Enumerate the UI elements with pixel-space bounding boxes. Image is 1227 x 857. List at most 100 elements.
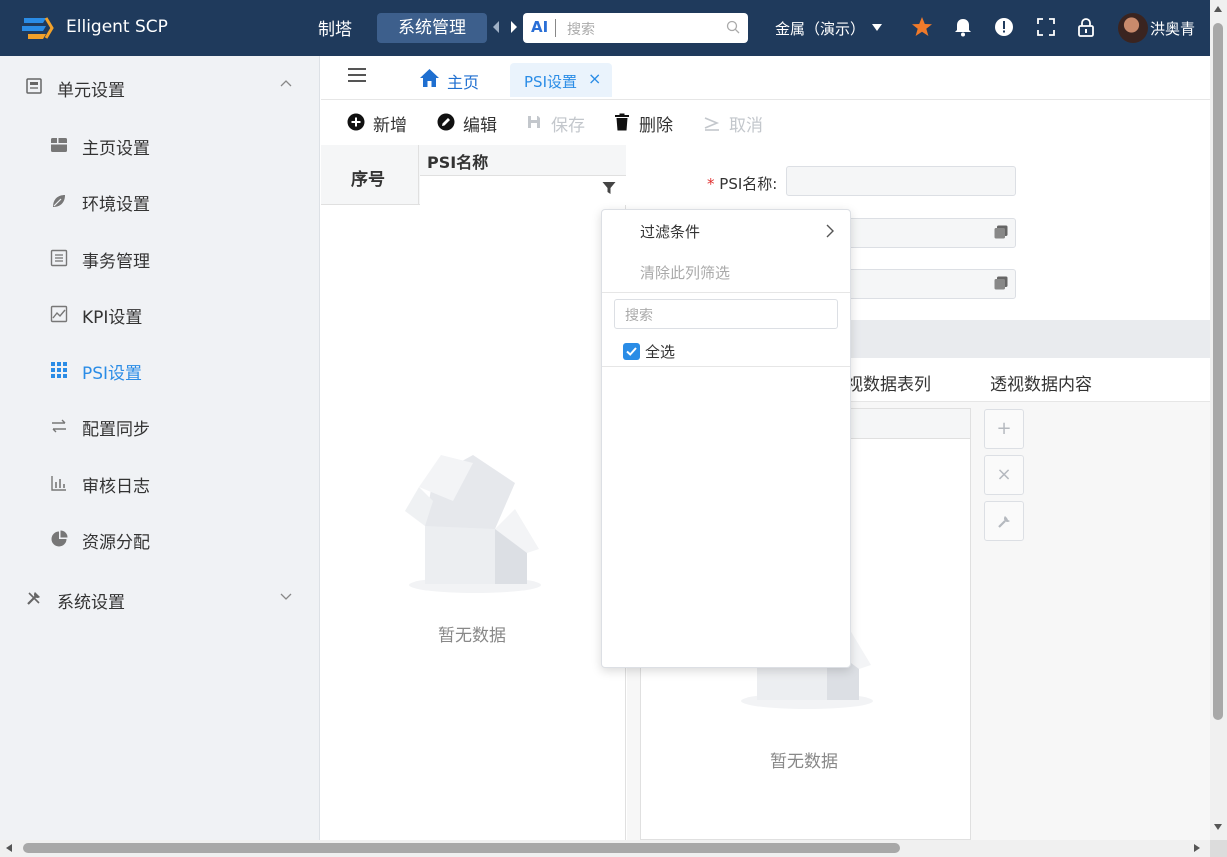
copy-icon[interactable]: [994, 225, 1008, 239]
sidebar-item-label: 事务管理: [82, 252, 150, 272]
pivot-empty-text: 暂无数据: [770, 752, 838, 772]
sidebar-group-unit-settings[interactable]: 单元设置: [0, 66, 320, 106]
bar-chart-icon: [51, 476, 66, 491]
scroll-corner: [1210, 840, 1227, 857]
sidebar-item-label: 配置同步: [82, 420, 150, 440]
search-input[interactable]: 搜索: [567, 19, 595, 39]
scroll-down-arrow-icon[interactable]: [1214, 824, 1222, 830]
document-icon: [26, 78, 42, 94]
fullscreen-icon[interactable]: [1035, 16, 1057, 38]
horizontal-scrollbar[interactable]: [0, 840, 1210, 857]
tab-label: PSI设置: [524, 73, 577, 91]
checkmark-icon: [626, 347, 637, 356]
toolbar: 新增 编辑 保存 删除 取消: [321, 100, 1210, 144]
menu-divider: [602, 292, 850, 293]
home-settings-icon: [51, 138, 67, 152]
bell-icon[interactable]: [952, 16, 974, 38]
search-icon[interactable]: [726, 20, 740, 34]
ai-icon[interactable]: AI: [531, 18, 548, 36]
leaf-icon: [53, 195, 65, 207]
lock-icon[interactable]: [1075, 16, 1097, 38]
sidebar-item-kpi[interactable]: KPI设置: [0, 294, 320, 334]
tab-pivot-columns[interactable]: 视数据表列: [846, 370, 931, 395]
alert-icon[interactable]: [993, 16, 1015, 38]
sidebar-item-label: 环境设置: [82, 195, 150, 215]
avatar[interactable]: [1118, 13, 1148, 43]
pivot-settings-button[interactable]: [984, 501, 1024, 541]
nav-item-system-management[interactable]: 系统管理: [377, 13, 487, 43]
psi-name-label: * PSI名称:: [707, 173, 777, 194]
chevron-up-icon[interactable]: [280, 78, 292, 90]
tab-psi-settings[interactable]: PSI设置 ×: [510, 63, 612, 97]
menu-item-filter-conditions[interactable]: 过滤条件: [640, 221, 700, 242]
vertical-scroll-thumb[interactable]: [1213, 23, 1223, 720]
sidebar-group-system-settings[interactable]: 系统设置: [0, 578, 320, 618]
required-mark: *: [707, 175, 715, 193]
form-field-2[interactable]: [840, 218, 1016, 248]
user-name[interactable]: 洪奥青: [1150, 18, 1195, 39]
chevron-down-icon[interactable]: [872, 24, 882, 31]
column-filter-menu: 过滤条件 清除此列筛选 搜索 全选: [601, 209, 851, 668]
grid-empty-text: 暂无数据: [438, 626, 506, 646]
column-header-label: 序号: [351, 170, 385, 190]
psi-grid: 序号 PSI名称 暂无数据: [321, 145, 626, 840]
column-header-psi-name[interactable]: PSI名称: [427, 149, 488, 173]
close-icon[interactable]: ×: [588, 69, 601, 88]
tab-pivot-content[interactable]: 透视数据内容: [990, 370, 1092, 395]
save-button-label: 保存: [551, 116, 585, 136]
pivot-add-button[interactable]: +: [984, 409, 1024, 449]
select-all-label[interactable]: 全选: [645, 341, 675, 362]
filter-icon[interactable]: [602, 181, 616, 195]
tools-icon: [27, 592, 40, 605]
scroll-up-arrow-icon[interactable]: [1214, 6, 1222, 12]
global-search[interactable]: AI 搜索: [523, 13, 748, 43]
sidebar-item-audit-log[interactable]: 审核日志: [0, 463, 320, 503]
chart-line-icon: [50, 305, 68, 323]
sidebar-group-label: 系统设置: [57, 593, 125, 613]
sidebar-item-label: 主页设置: [82, 139, 150, 159]
sidebar-item-transactions[interactable]: 事务管理: [0, 238, 320, 278]
sidebar-item-config-sync[interactable]: 配置同步: [0, 406, 320, 446]
edit-button-label: 编辑: [463, 116, 497, 136]
form-field-3[interactable]: [840, 269, 1016, 299]
delete-button-label: 删除: [639, 116, 673, 136]
vertical-scrollbar[interactable]: [1210, 0, 1227, 840]
chevron-right-icon[interactable]: [825, 224, 835, 238]
tenant-selector[interactable]: 金属（演示）: [775, 18, 865, 39]
sidebar-item-resource-allocation[interactable]: 资源分配: [0, 519, 320, 559]
scroll-left-arrow-icon[interactable]: [6, 844, 12, 852]
select-all-checkbox[interactable]: [623, 343, 640, 360]
sidebar-item-psi[interactable]: PSI设置: [0, 350, 320, 390]
menu-icon[interactable]: [348, 68, 366, 82]
filter-search-input[interactable]: 搜索: [614, 299, 838, 329]
menu-item-clear-filter[interactable]: 清除此列筛选: [640, 262, 730, 283]
top-bar: Elligent SCP 制塔 系统管理 AI 搜索 金属（演示） 洪奥青: [0, 0, 1210, 56]
column-filter-input[interactable]: [420, 175, 626, 205]
pie-chart-icon: [51, 530, 68, 547]
add-button-label: 新增: [373, 116, 407, 136]
star-icon[interactable]: [911, 16, 933, 38]
column-header-seq[interactable]: 序号: [321, 145, 419, 205]
psi-name-label-text: PSI名称:: [719, 175, 778, 193]
list-icon: [50, 249, 68, 267]
trash-icon: [615, 113, 629, 131]
pivot-remove-button[interactable]: ×: [984, 455, 1024, 495]
horizontal-scroll-thumb[interactable]: [23, 843, 900, 853]
sidebar-item-home-settings[interactable]: 主页设置: [0, 125, 320, 165]
nav-scroll-right-icon[interactable]: [511, 21, 517, 33]
edit-icon: [437, 113, 455, 131]
psi-name-input[interactable]: [786, 166, 1016, 196]
sidebar-group-label: 单元设置: [57, 81, 125, 101]
cancel-button-label: 取消: [729, 116, 763, 136]
sidebar-item-environment[interactable]: 环境设置: [0, 181, 320, 221]
grid-icon: [51, 362, 67, 378]
nav-item-partial[interactable]: 制塔: [318, 15, 352, 40]
nav-scroll-left-icon[interactable]: [493, 21, 499, 33]
scroll-right-arrow-icon[interactable]: [1194, 844, 1200, 852]
chevron-down-icon[interactable]: [280, 590, 292, 602]
copy-icon[interactable]: [994, 276, 1008, 290]
add-circle-icon: [347, 113, 365, 131]
sidebar-item-label: PSI设置: [82, 364, 143, 384]
app-logo: [22, 17, 54, 39]
cancel-icon: [704, 117, 720, 131]
